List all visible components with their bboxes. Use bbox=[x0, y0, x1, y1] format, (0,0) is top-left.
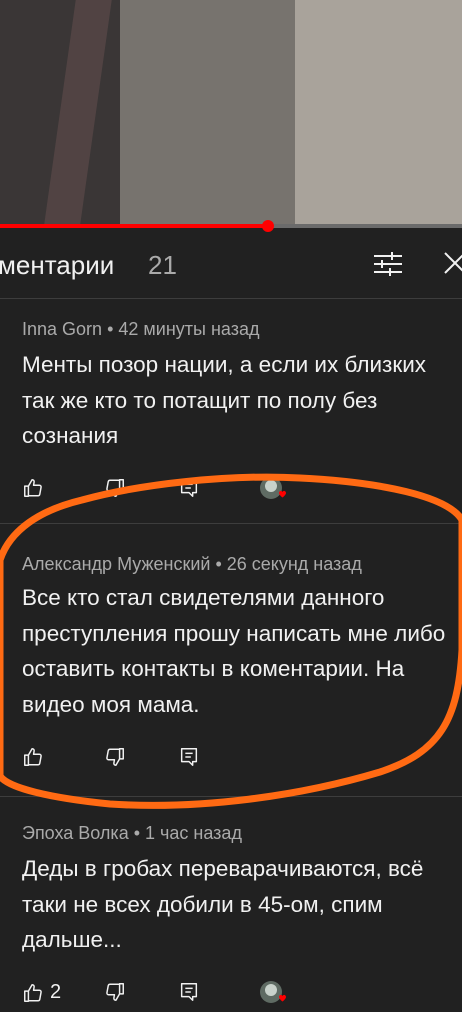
comment-actions: 2 bbox=[0, 981, 462, 1011]
video-player[interactable] bbox=[0, 0, 462, 224]
comment-meta: Эпоха Волка • 1 час назад bbox=[22, 823, 242, 844]
dislike-button[interactable] bbox=[104, 477, 126, 499]
video-frame-middle bbox=[120, 0, 295, 224]
like-count: 2 bbox=[50, 981, 62, 1003]
creator-heart-badge bbox=[258, 979, 286, 1007]
heart-icon bbox=[279, 490, 286, 498]
comment-actions bbox=[0, 746, 462, 776]
comment-author[interactable]: Inna Gorn bbox=[22, 319, 102, 339]
close-icon[interactable] bbox=[440, 248, 462, 278]
comment-time: 26 секунд назад bbox=[226, 554, 362, 574]
comment-meta: Александр Муженский • 26 секунд назад bbox=[22, 554, 362, 575]
video-frame-right bbox=[295, 0, 462, 224]
comments-title: ментарии bbox=[0, 250, 115, 280]
thumbs-down-icon bbox=[106, 479, 124, 497]
reply-button[interactable] bbox=[178, 477, 200, 499]
like-button[interactable] bbox=[22, 477, 44, 499]
comment-meta: Inna Gorn • 42 минуты назад bbox=[22, 319, 259, 340]
meta-separator: • bbox=[210, 554, 227, 574]
creator-avatar-icon bbox=[260, 477, 286, 499]
comment-text: Все кто стал свидетелями данного преступ… bbox=[22, 585, 446, 717]
heart-icon bbox=[279, 994, 286, 1002]
comment-item: Александр Муженский • 26 секунд назад Вс… bbox=[0, 524, 462, 796]
thumbs-up-icon bbox=[24, 983, 42, 1002]
comment-item: Inna Gorn • 42 минуты назад Менты позор … bbox=[0, 299, 462, 523]
meta-separator: • bbox=[128, 823, 146, 843]
comment-actions bbox=[0, 477, 462, 507]
reply-icon bbox=[180, 748, 198, 766]
comment-time: 42 минуты назад bbox=[118, 319, 260, 339]
thumbs-up-icon bbox=[24, 748, 42, 766]
meta-separator: • bbox=[102, 319, 119, 339]
comment-text: Менты позор нации, а если их близких так… bbox=[22, 352, 427, 448]
like-button[interactable]: 2 bbox=[22, 981, 61, 1004]
comment-item: Эпоха Волка • 1 час назад Деды в гробах … bbox=[0, 797, 462, 1003]
comment-author[interactable]: Александр Муженский bbox=[22, 554, 210, 574]
comments-count: 21 bbox=[148, 250, 177, 280]
reply-button[interactable] bbox=[178, 746, 200, 768]
comments-header: ментарии 21 bbox=[0, 228, 462, 299]
like-button[interactable] bbox=[22, 746, 44, 768]
comment-author[interactable]: Эпоха Волка bbox=[22, 823, 129, 843]
thumbs-up-icon bbox=[24, 479, 42, 497]
creator-heart-badge bbox=[258, 475, 286, 503]
reply-icon bbox=[180, 479, 198, 497]
sort-filter-icon[interactable] bbox=[372, 252, 404, 276]
dislike-button[interactable] bbox=[104, 746, 126, 768]
comment-text: Деды в гробах переварачиваются, всё таки… bbox=[22, 856, 424, 952]
thumbs-down-icon bbox=[106, 748, 124, 766]
comment-time: 1 час назад bbox=[145, 823, 242, 843]
creator-avatar-icon bbox=[260, 981, 286, 1003]
